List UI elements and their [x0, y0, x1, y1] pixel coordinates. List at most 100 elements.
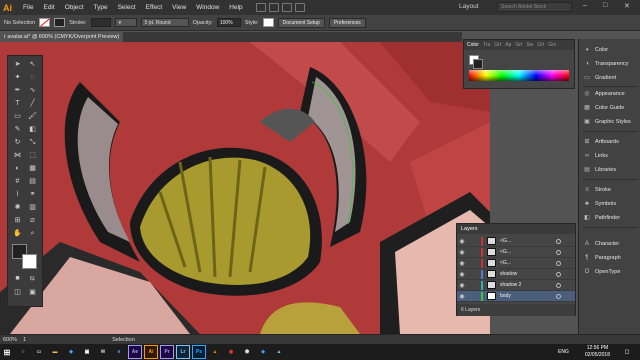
artboard-navigation[interactable]: 1 [23, 337, 26, 343]
screen-mode-icon[interactable]: ▣ [27, 288, 38, 298]
app-icon-3[interactable]: ▲ [272, 345, 286, 359]
minimize-icon[interactable]: – [583, 2, 587, 9]
visibility-eye-icon[interactable]: ◉ [457, 271, 467, 278]
target-icon[interactable] [556, 260, 561, 266]
artboard-canvas[interactable] [0, 42, 490, 334]
slice-tool-icon[interactable]: ⧄ [27, 216, 38, 226]
panel-transparency[interactable]: ◑ Transparency [579, 58, 640, 69]
panel-gradient[interactable]: ▭ Gradient [579, 72, 640, 83]
workspace-switcher[interactable]: Layout [459, 3, 479, 10]
ps-icon[interactable]: Ps [192, 345, 206, 359]
layers-panel-title[interactable]: Layers [457, 224, 575, 234]
selection-tool-icon[interactable]: ➤ [12, 60, 23, 70]
pen-tool-icon[interactable]: ✒ [12, 86, 23, 96]
panel-color-guide[interactable]: ▦ Color Guide [579, 102, 640, 113]
edge-icon[interactable]: e [112, 345, 126, 359]
dropbox-icon[interactable]: ◆ [64, 345, 78, 359]
rotate-tool-icon[interactable]: ↻ [12, 138, 23, 148]
preferences-button[interactable]: Preferences [328, 17, 366, 28]
store-icon[interactable]: ▣ [80, 345, 94, 359]
target-icon[interactable] [556, 282, 561, 288]
paintbrush-icon[interactable]: 🖌 [27, 112, 38, 122]
artboard-tool-icon[interactable]: ⊞ [12, 216, 23, 226]
tab-color[interactable]: Color [467, 42, 479, 48]
opacity-input[interactable]: 100% [216, 18, 241, 27]
layer-row[interactable]: ◉ shadow 2 [457, 280, 575, 291]
tab-appearance[interactable]: Ap [505, 42, 511, 48]
layer-row[interactable]: ◉ <G... [457, 247, 575, 258]
mesh-tool-icon[interactable]: # [12, 177, 23, 187]
layer-row[interactable]: ◉ shadow [457, 269, 575, 280]
eraser-icon[interactable]: ◧ [27, 125, 38, 135]
pr-icon[interactable]: Pr [160, 345, 174, 359]
lr-icon[interactable]: Lr [176, 345, 190, 359]
panel-color[interactable]: ◕ Color [579, 44, 640, 55]
color-spectrum[interactable] [469, 70, 569, 81]
panel-libraries[interactable]: ▤ Libraries [579, 164, 640, 175]
search-stock-input[interactable]: Search Adobe Stock [497, 2, 572, 12]
blend-tool-icon[interactable]: ⚭ [27, 190, 38, 200]
app-icon[interactable]: ⬟ [240, 345, 254, 359]
rectangle-tool-icon[interactable]: ▭ [12, 112, 23, 122]
scale-tool-icon[interactable]: ⤡ [27, 138, 38, 148]
menu-file[interactable]: File [23, 4, 33, 11]
language-indicator[interactable]: ENG [558, 349, 569, 355]
shape-builder-icon[interactable]: ◐ [12, 164, 23, 174]
shaper-tool-icon[interactable]: ✎ [12, 125, 23, 135]
menu-window[interactable]: Window [196, 4, 219, 11]
color-mode-icon[interactable]: ■ [12, 274, 23, 284]
visibility-eye-icon[interactable]: ◉ [457, 293, 467, 300]
panel-symbols[interactable]: ♣ Symbols [579, 198, 640, 209]
width-tool-icon[interactable]: ⋈ [12, 151, 23, 161]
maximize-icon[interactable]: □ [603, 2, 607, 9]
vlc-icon[interactable]: ▲ [208, 345, 222, 359]
panel-character[interactable]: A Character [579, 238, 640, 249]
ai-icon[interactable]: Ai [144, 345, 158, 359]
stroke-swatch[interactable] [54, 18, 66, 27]
visibility-eye-icon[interactable]: ◉ [457, 260, 467, 267]
file-explorer-icon[interactable]: ▬ [48, 345, 62, 359]
panel-appearance[interactable]: ◎ Appearance [579, 88, 640, 99]
visibility-eye-icon[interactable]: ◉ [457, 249, 467, 256]
curvature-tool-icon[interactable]: ∿ [27, 86, 38, 96]
gpu-icon[interactable] [281, 3, 292, 12]
drawing-mode-icon[interactable]: ◫ [12, 288, 23, 298]
current-tool[interactable]: Selection [112, 337, 135, 343]
zoom-level[interactable]: 600% [3, 337, 17, 343]
layer-row[interactable]: ◉ body [457, 291, 575, 302]
notification-icon[interactable]: ▢ [620, 345, 634, 359]
stroke-weight-input[interactable] [90, 18, 111, 27]
menu-help[interactable]: Help [229, 4, 242, 11]
menu-object[interactable]: Object [65, 4, 84, 11]
panel-pathfinder[interactable]: ◧ Pathfinder [579, 212, 640, 223]
menu-type[interactable]: Type [93, 4, 107, 11]
task-view-icon[interactable]: ▭ [32, 345, 46, 359]
panel-artboards[interactable]: ⊞ Artboards [579, 136, 640, 147]
fill-swatch[interactable] [39, 18, 51, 27]
panel-stroke[interactable]: ≡ Stroke [579, 184, 640, 195]
tab-color-guide[interactable]: Grt [537, 42, 544, 48]
target-icon[interactable] [556, 271, 561, 277]
none-mode-icon[interactable]: ⧅ [27, 274, 38, 284]
zoom-tool-icon[interactable]: ⌕ [27, 229, 38, 239]
stroke-color-box[interactable] [22, 254, 37, 269]
system-clock[interactable]: 12:56 PM 02/05/2018 [585, 345, 610, 359]
tab-gradient[interactable]: Grt [494, 42, 501, 48]
mail-icon[interactable]: ✉ [96, 345, 110, 359]
gradient-tool-icon[interactable]: ▤ [27, 177, 38, 187]
type-tool-icon[interactable]: T [12, 99, 23, 109]
visibility-eye-icon[interactable]: ◉ [457, 282, 467, 289]
windows-start-icon[interactable]: ⊞ [0, 345, 14, 359]
direct-selection-tool-icon[interactable]: ↖ [27, 60, 38, 70]
hand-tool-icon[interactable]: ✋ [12, 229, 23, 239]
lasso-icon[interactable]: ◌ [27, 73, 38, 83]
panel-graphic-styles[interactable]: ▣ Graphic Styles [579, 116, 640, 127]
eyedropper-icon[interactable]: ⌇ [12, 190, 23, 200]
tab-swatches[interactable]: Sw [526, 42, 533, 48]
menu-effect[interactable]: Effect [146, 4, 163, 11]
search-icon[interactable]: ○ [16, 345, 30, 359]
stroke-label[interactable]: Stroke: [69, 20, 86, 26]
document-tab[interactable]: r avatar.ai* @ 600% (CMYK/Overprint Prev… [0, 32, 124, 42]
menu-select[interactable]: Select [118, 4, 136, 11]
chrome-icon[interactable]: ◉ [224, 345, 238, 359]
